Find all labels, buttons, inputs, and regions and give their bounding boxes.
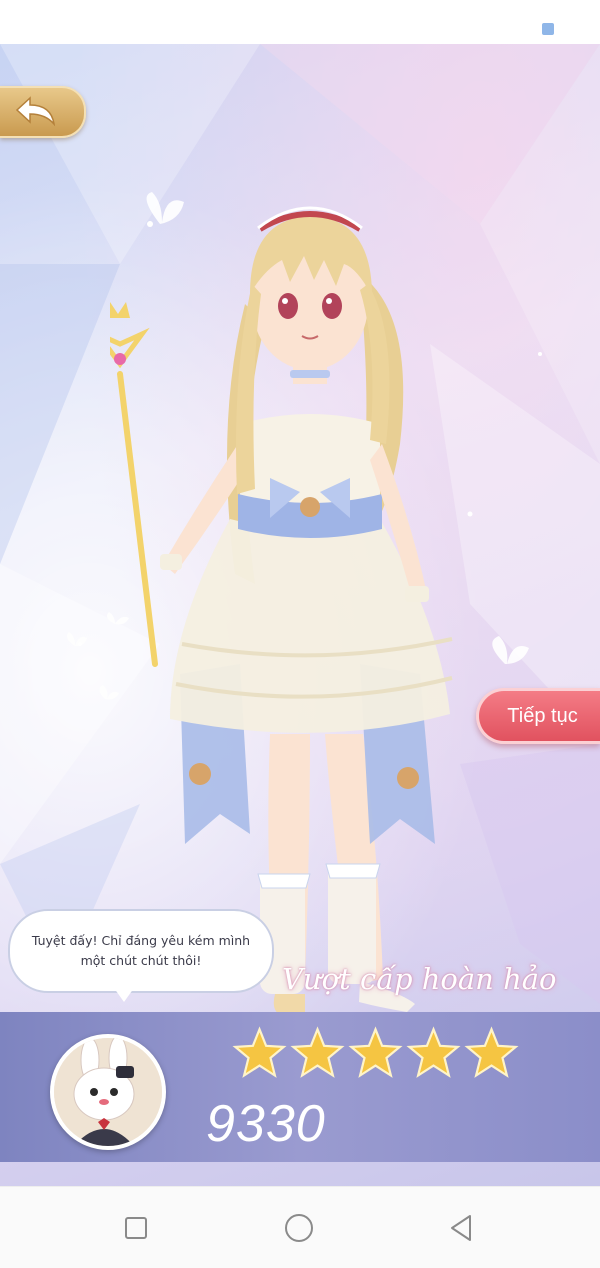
notification-icon xyxy=(542,23,554,35)
star-icon xyxy=(348,1026,403,1078)
continue-button[interactable]: Tiếp tục xyxy=(476,688,600,744)
triangle-back-icon[interactable] xyxy=(448,1214,474,1242)
rating-title: Vượt cấp hoàn hảo xyxy=(282,962,557,996)
status-bar xyxy=(0,0,600,44)
star-icon xyxy=(406,1026,461,1078)
star-icon xyxy=(464,1026,519,1078)
star-rating xyxy=(232,1026,519,1081)
circle-icon[interactable] xyxy=(285,1214,313,1242)
magic-wand-icon xyxy=(110,302,158,667)
square-icon[interactable] xyxy=(125,1217,147,1239)
score-value: 9330 xyxy=(206,1095,326,1153)
avatar xyxy=(50,1034,166,1150)
game-stage: Tiếp tục Tuyệt đấy! Chỉ đáng yêu kém mìn… xyxy=(0,44,600,1186)
back-arrow-icon xyxy=(15,96,56,127)
speech-text: Tuyệt đấy! Chỉ đáng yêu kém mình một chú… xyxy=(31,933,251,968)
continue-label: Tiếp tục xyxy=(507,704,578,727)
speech-bubble: Tuyệt đấy! Chỉ đáng yêu kém mình một chú… xyxy=(8,909,274,993)
system-nav-bar xyxy=(0,1186,600,1268)
back-button[interactable] xyxy=(0,86,86,138)
bunny-mascot-icon xyxy=(54,1038,162,1146)
star-icon xyxy=(290,1026,345,1078)
star-icon xyxy=(232,1026,287,1078)
speech-bubble-tail xyxy=(114,988,134,1002)
